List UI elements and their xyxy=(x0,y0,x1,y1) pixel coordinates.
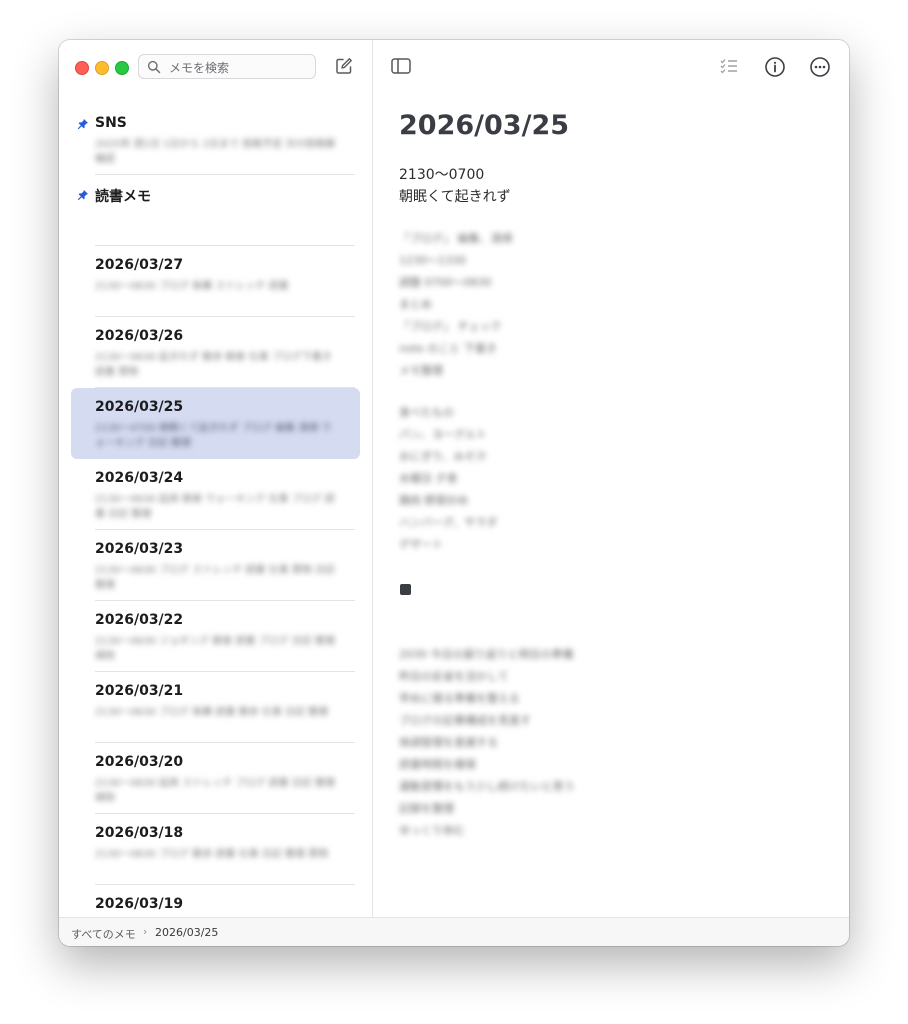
note-preview xyxy=(95,208,341,238)
note-text-block[interactable]: 2030 今日の振り返りと明日の準備 昨日の反省を活かして 早めに寝る準備を整え… xyxy=(399,644,575,842)
list-item[interactable]: SNS 2025年 週1日 1日から 2日まで 投稿予定 次の投稿案 確認 xyxy=(71,104,360,175)
note-title: 2026/03/21 xyxy=(95,683,184,699)
note-title: 読書メモ xyxy=(95,189,151,205)
new-note-button[interactable] xyxy=(335,57,353,79)
more-icon xyxy=(810,57,830,77)
note-preview: 2130〜0630 ブログ ストレッチ 読書 仕事 買物 日記 整理 xyxy=(95,565,335,591)
note-preview: 2130〜0630 ジョギング 朝食 読書 ブログ 日記 整理 掃除 xyxy=(95,636,335,662)
sidebar: メモを検索 SNS 2025年 週1日 1日から 2日まで 投稿予定 次の投稿案… xyxy=(59,40,373,917)
note-title: 2026/03/27 xyxy=(95,257,184,273)
minimize-window-button[interactable] xyxy=(95,61,109,75)
search-placeholder: メモを検索 xyxy=(169,61,230,75)
checklist-icon xyxy=(720,59,737,74)
note-text-block[interactable]: 食べたもの パン、ヨーグルト おにぎり、みそ汁 水曜日 夕食 鶏肉 野菜炒め ハ… xyxy=(399,402,497,556)
info-button[interactable] xyxy=(764,56,786,82)
note-title: 2026/03/22 xyxy=(95,612,184,628)
list-item-selected[interactable]: 2026/03/25 2130〜0700 朝眠くて起きれず ブログ 編集 清掃 … xyxy=(71,388,360,459)
note-preview: 2130〜0700 朝眠くて起きれず ブログ 編集 清掃 ウォーキング 日記 整… xyxy=(95,423,332,449)
note-preview: 2130〜0630 起きれず 散歩 朝食 仕事 ブログ下書き 読書 買物 xyxy=(95,352,332,378)
list-item[interactable]: 2026/03/26 2130〜0630 起きれず 散歩 朝食 仕事 ブログ下書… xyxy=(71,317,360,388)
breadcrumb-current: 2026/03/25 xyxy=(155,926,219,939)
search-input[interactable]: メモを検索 xyxy=(138,54,316,79)
checkbox-icon[interactable] xyxy=(400,584,411,595)
list-item[interactable]: 2026/03/24 2130〜0630 起床 朝食 ウォーキング 仕事 ブログ… xyxy=(71,459,360,530)
toggle-sidebar-button[interactable] xyxy=(390,56,412,80)
pin-icon xyxy=(77,190,88,201)
close-window-button[interactable] xyxy=(75,61,89,75)
note-title: 2026/03/20 xyxy=(95,754,184,770)
note-preview: 2130〜0630 起床 朝食 ウォーキング 仕事 ブログ 読書 日記 整理 xyxy=(95,494,335,520)
note-editor[interactable]: 2026/03/25 2130〜0700 朝眠くて起きれず 「ブログ」 編集、清… xyxy=(373,40,849,917)
chevron-right-icon: › xyxy=(143,925,148,938)
note-title: 2026/03/24 xyxy=(95,470,184,486)
note-title: 2026/03/26 xyxy=(95,328,184,344)
list-item[interactable]: 2026/03/20 2130〜0630 起床 ストレッチ ブログ 読書 日記 … xyxy=(71,743,360,814)
sidebar-icon xyxy=(391,58,411,74)
list-item[interactable]: 読書メモ xyxy=(71,175,360,246)
pin-icon xyxy=(77,119,88,130)
note-list: SNS 2025年 週1日 1日から 2日まで 投稿予定 次の投稿案 確認 読書… xyxy=(59,104,372,946)
note-text-block[interactable]: 「ブログ」 編集、清掃 1230〜1330 調整 0700〜0830 まとめ 「… xyxy=(399,228,513,382)
note-preview: 2130〜0630 ブログ 散歩 読書 仕事 日記 整理 買物 xyxy=(95,849,329,860)
list-item[interactable]: 2026/03/27 2130〜0630 ブログ 執筆 ストレッチ 読書 xyxy=(71,246,360,317)
list-item[interactable]: 2026/03/22 2130〜0630 ジョギング 朝食 読書 ブログ 日記 … xyxy=(71,601,360,672)
note-title: 2026/03/25 xyxy=(95,399,184,415)
note-preview: 2130〜0630 ブログ 執筆 ストレッチ 読書 xyxy=(95,281,289,292)
list-item[interactable]: 2026/03/21 2130〜0630 ブログ 執筆 読書 散歩 仕事 日記 … xyxy=(71,672,360,743)
info-icon xyxy=(765,57,785,77)
checklist-button[interactable] xyxy=(718,56,740,80)
breadcrumb-root[interactable]: すべてのメモ xyxy=(71,926,136,942)
note-preview: 2130〜0630 起床 ストレッチ ブログ 読書 日記 整理 掃除 xyxy=(95,778,335,804)
note-title: 2026/03/23 xyxy=(95,541,184,557)
compose-icon xyxy=(336,58,352,74)
more-options-button[interactable] xyxy=(809,56,831,82)
note-line[interactable]: 朝眠くて起きれず xyxy=(399,186,511,206)
notes-window: メモを検索 SNS 2025年 週1日 1日から 2日まで 投稿予定 次の投稿案… xyxy=(59,40,849,946)
note-title: SNS xyxy=(95,115,127,131)
note-title: 2026/03/19 xyxy=(95,896,184,912)
list-item[interactable]: 2026/03/18 2130〜0630 ブログ 散歩 読書 仕事 日記 整理 … xyxy=(71,814,360,885)
note-title: 2026/03/18 xyxy=(95,825,184,841)
note-line[interactable]: 2130〜0700 xyxy=(399,164,484,184)
search-icon xyxy=(147,60,161,74)
breadcrumb: すべてのメモ › 2026/03/25 xyxy=(59,917,849,946)
list-item[interactable]: 2026/03/23 2130〜0630 ブログ ストレッチ 読書 仕事 買物 … xyxy=(71,530,360,601)
note-preview: 2130〜0630 ブログ 執筆 読書 散歩 仕事 日記 整理 xyxy=(95,707,329,718)
note-heading[interactable]: 2026/03/25 xyxy=(399,110,569,141)
note-preview: 2025年 週1日 1日から 2日まで 投稿予定 次の投稿案 確認 xyxy=(95,139,336,165)
zoom-window-button[interactable] xyxy=(115,61,129,75)
